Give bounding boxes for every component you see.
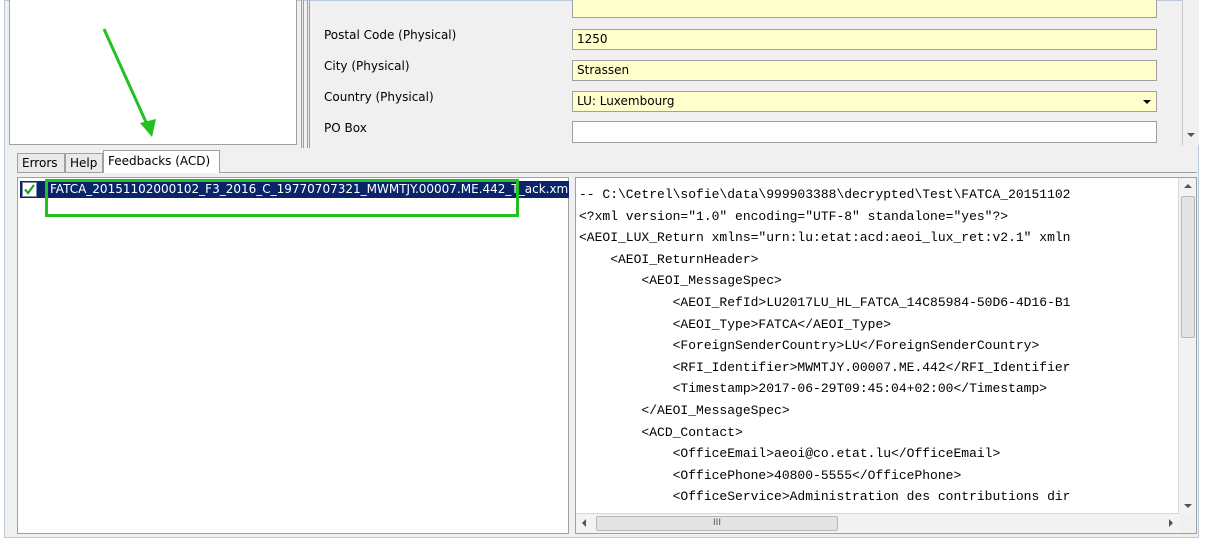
xml-line: <RFI_Identifier>MWMTJY.00007.ME.442</RFI… (579, 359, 1071, 375)
xml-line: <ACD_Contact> (579, 424, 743, 440)
country-value: LU: Luxembourg (577, 94, 675, 108)
country-select[interactable]: LU: Luxembourg (572, 91, 1157, 112)
xml-line: <Timestamp>2017-06-29T09:45:04+02:00</Ti… (579, 381, 1048, 397)
po-box-field[interactable] (572, 121, 1157, 143)
tab-errors[interactable]: Errors (17, 153, 65, 172)
green-highlight-annotation (45, 179, 519, 217)
vertical-scrollbar[interactable] (1178, 178, 1196, 514)
tab-help[interactable]: Help (65, 153, 103, 172)
scrollbar-corner (1179, 514, 1196, 533)
xml-content: -- C:\Cetrel\sofie\data\999903388\decryp… (579, 184, 1070, 508)
xml-line: <ForeignSenderCountry>LU</ForeignSenderC… (579, 338, 1040, 354)
feedback-file-list[interactable]: FATCA_20151102000102_F3_2016_C_197707073… (17, 177, 569, 534)
previous-field[interactable] (572, 0, 1157, 18)
xml-line: <AEOI_LUX_Return xmlns="urn:lu:etat:acd:… (579, 230, 1071, 246)
postal-code-field[interactable]: 1250 (572, 29, 1157, 50)
xml-line: -- C:\Cetrel\sofie\data\999903388\decryp… (579, 187, 1071, 202)
xml-line: <?xml version="1.0" encoding="UTF-8" sta… (579, 208, 1009, 224)
po-box-label: PO Box (324, 121, 367, 135)
xml-line: <AEOI_RefId>LU2017LU_HL_FATCA_14C85984-5… (579, 294, 1071, 310)
horizontal-scrollbar[interactable]: III (576, 513, 1179, 533)
green-arrow-annotation (102, 28, 156, 137)
tab-feedbacks-acd[interactable]: Feedbacks (ACD) (103, 150, 220, 173)
splitter[interactable] (301, 0, 304, 148)
chevron-down-icon[interactable] (1139, 94, 1154, 109)
scroll-thumb[interactable] (1181, 196, 1195, 338)
country-label: Country (Physical) (324, 90, 434, 104)
city-field[interactable]: Strassen (572, 60, 1157, 81)
scroll-down-icon[interactable] (1184, 504, 1192, 508)
scroll-left-icon[interactable] (582, 519, 586, 527)
xml-line: <AEOI_MessageSpec> (579, 273, 782, 289)
xml-line: <AEOI_ReturnHeader> (579, 251, 759, 267)
xml-line: <OfficeService>Administration des contri… (579, 489, 1071, 505)
xml-viewer[interactable]: -- C:\Cetrel\sofie\data\999903388\decryp… (575, 177, 1197, 534)
postal-code-label: Postal Code (Physical) (324, 28, 457, 42)
checkbox-checked-icon[interactable] (22, 182, 37, 197)
splitter[interactable] (307, 0, 310, 148)
xml-line: </AEOI_MessageSpec> (579, 402, 790, 418)
xml-line: <OfficeEmail>aeoi@co.etat.lu</OfficeEmai… (579, 446, 1001, 462)
form-scrollbar[interactable] (1182, 0, 1199, 145)
xml-line: <AEOI_Type>FATCA</AEOI_Type> (579, 316, 892, 332)
scroll-down-icon[interactable] (1187, 133, 1195, 137)
scroll-up-icon[interactable] (1184, 184, 1192, 188)
horizontal-scroll-thumb[interactable]: III (596, 516, 838, 531)
xml-line: <OfficePhone>40800-5555</OfficePhone> (579, 467, 962, 483)
city-label: City (Physical) (324, 59, 410, 73)
scroll-right-icon[interactable] (1169, 519, 1173, 527)
